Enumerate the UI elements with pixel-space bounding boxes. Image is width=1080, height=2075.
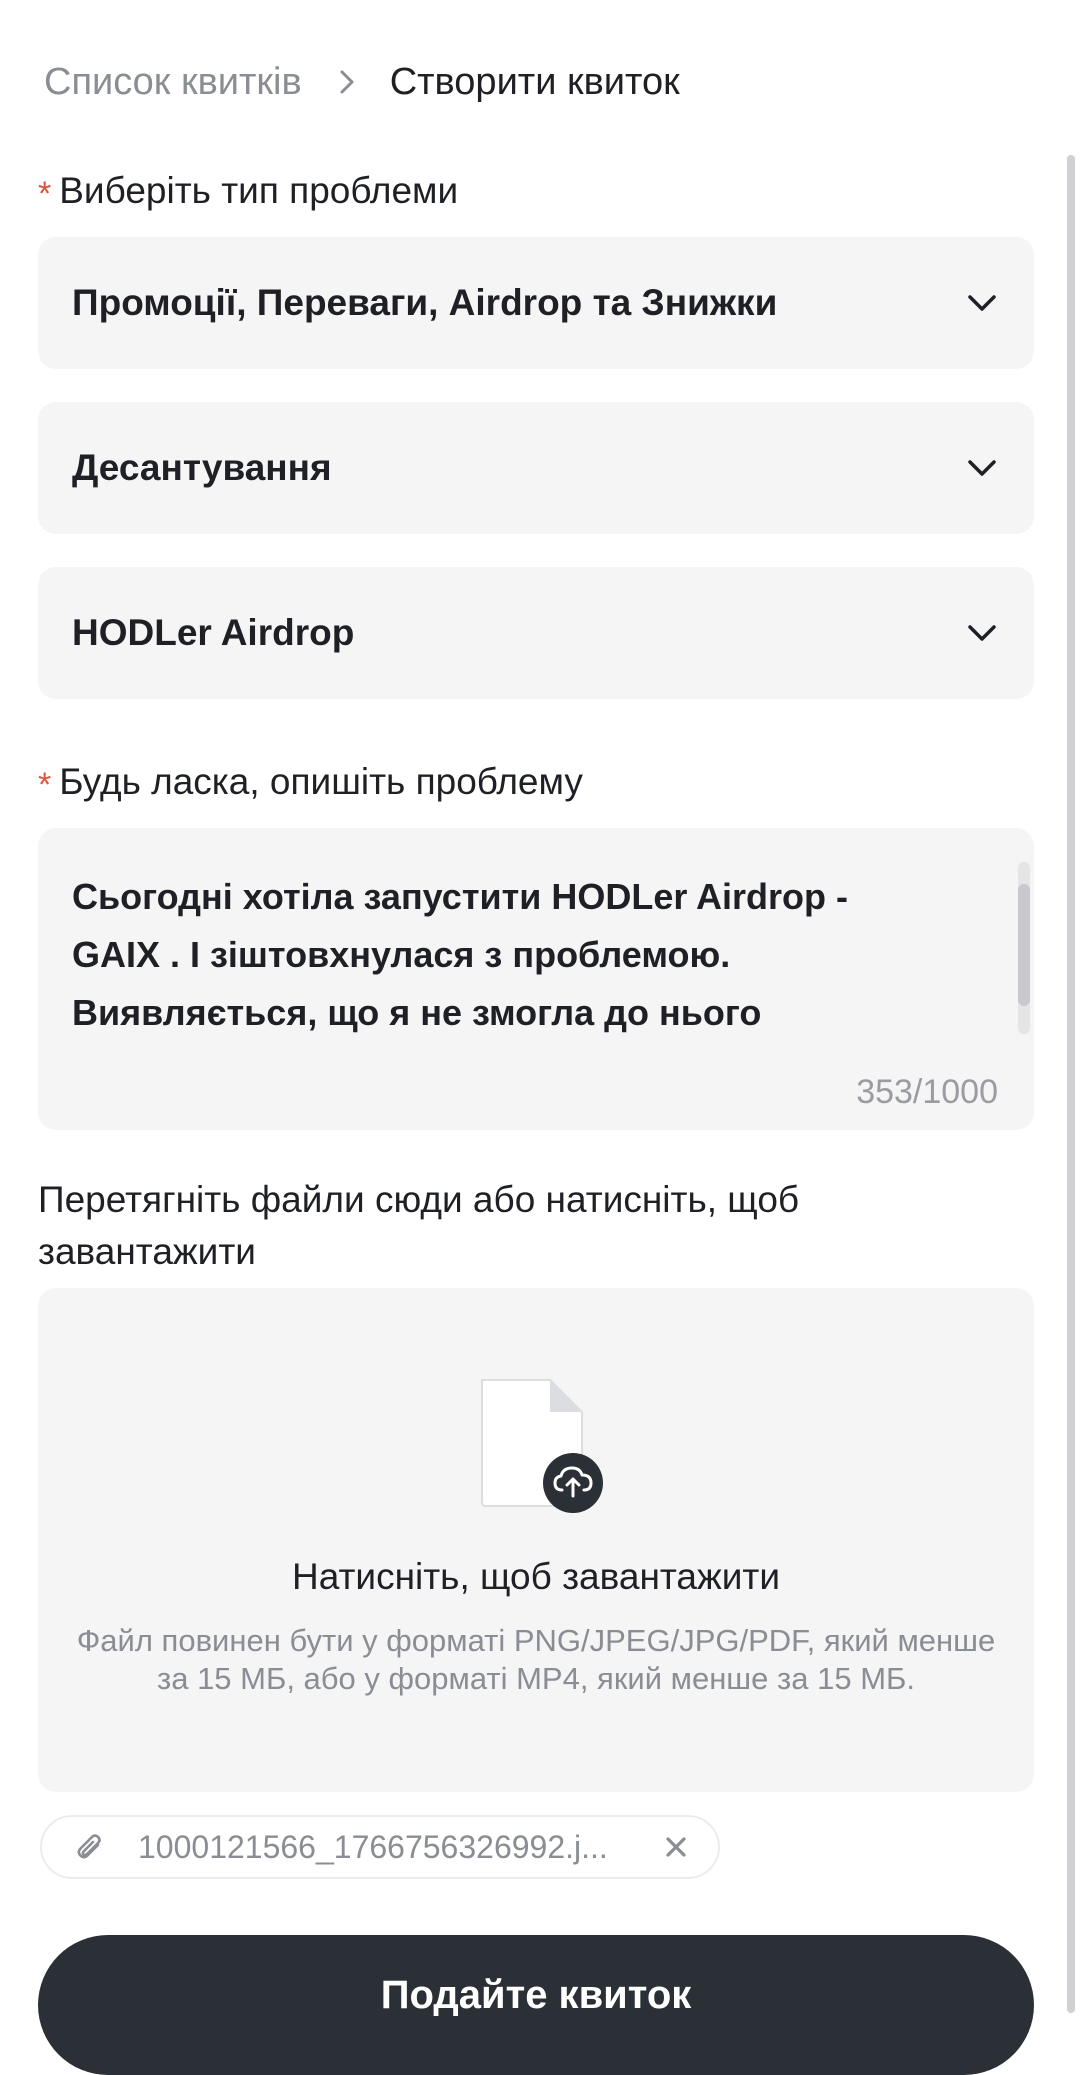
category-select[interactable]: Промоції, Переваги, Airdrop та Знижки	[38, 237, 1034, 369]
attached-file-name: 1000121566_1766756326992.j...	[138, 1828, 608, 1865]
close-icon[interactable]	[660, 1831, 692, 1863]
breadcrumb-ticket-list-link[interactable]: Список квитків	[44, 61, 302, 104]
breadcrumb-current: Створити квиток	[389, 60, 680, 103]
file-dropzone[interactable]: Натисніть, щоб завантажити Файл повинен …	[38, 1288, 1034, 1792]
required-mark: *	[38, 174, 52, 213]
character-counter: 353/1000	[856, 1073, 998, 1111]
problem-type-label-text: Виберіть тип проблеми	[59, 170, 459, 211]
description-label-text: Будь ласка, опишіть проблему	[59, 761, 583, 802]
description-textarea[interactable]: Сьогодні хотіла запустити HODLer Airdrop…	[38, 828, 1034, 1130]
required-mark: *	[38, 765, 52, 804]
breadcrumb: Список квитків Створити квиток	[44, 52, 680, 112]
paperclip-icon	[74, 1831, 106, 1863]
topic-select-value: HODLer Airdrop	[72, 612, 355, 653]
description-text: Сьогодні хотіла запустити HODLer Airdrop…	[72, 876, 849, 1033]
page-scrollbar-thumb[interactable]	[1067, 155, 1075, 2013]
category-select-value: Промоції, Переваги, Airdrop та Знижки	[72, 282, 778, 323]
chevron-right-icon	[332, 67, 362, 97]
topic-select[interactable]: HODLer Airdrop	[38, 567, 1034, 699]
subcategory-select-value: Десантування	[72, 447, 332, 488]
textarea-scrollbar-thumb[interactable]	[1018, 884, 1030, 1006]
upload-hint: Файл повинен бути у форматі PNG/JPEG/JPG…	[76, 1623, 996, 1696]
chevron-down-icon	[964, 450, 1000, 486]
problem-type-label: * Виберіть тип проблеми	[38, 170, 459, 213]
upload-title: Натисніть, щоб завантажити	[291, 1556, 781, 1597]
file-upload-illustration	[478, 1376, 604, 1516]
create-ticket-page: Список квитків Створити квиток * Виберіт…	[0, 0, 1080, 2075]
submit-ticket-button[interactable]: Подайте квиток	[38, 1935, 1034, 2075]
description-label: * Будь ласка, опишіть проблему	[38, 761, 583, 804]
attached-file-chip: 1000121566_1766756326992.j...	[40, 1815, 720, 1879]
subcategory-select[interactable]: Десантування	[38, 402, 1034, 534]
chevron-down-icon	[964, 285, 1000, 321]
cloud-upload-icon	[543, 1453, 603, 1513]
upload-label: Перетягніть файли сюди або натисніть, що…	[38, 1179, 800, 1272]
chevron-down-icon	[964, 615, 1000, 651]
